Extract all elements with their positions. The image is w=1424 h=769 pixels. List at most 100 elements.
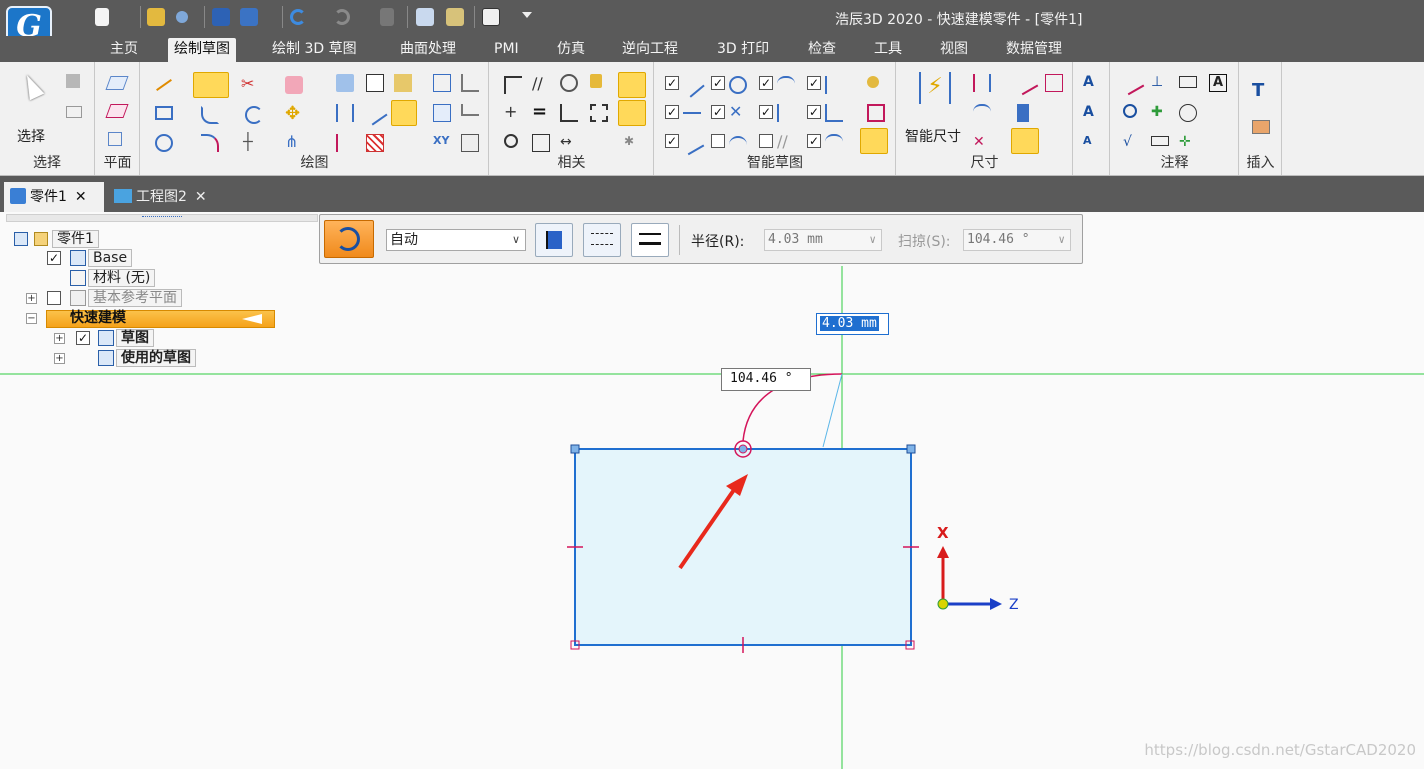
arc-icon[interactable] bbox=[193, 72, 229, 98]
datum-icon[interactable]: ⊥ bbox=[1151, 74, 1169, 92]
extend-icon[interactable]: ┼ bbox=[243, 134, 261, 152]
filter-icon[interactable] bbox=[66, 74, 80, 88]
tab-reverse-eng[interactable]: 逆向工程 bbox=[616, 38, 684, 62]
dim-symmetric-icon[interactable] bbox=[973, 104, 991, 122]
search-icon[interactable] bbox=[176, 11, 188, 23]
tab-3d-sketch[interactable]: 绘制 3D 草图 bbox=[266, 38, 363, 62]
point-icon[interactable] bbox=[433, 74, 451, 92]
smart-option-checkbox[interactable]: ✓ bbox=[711, 76, 725, 90]
snap-center-icon[interactable] bbox=[729, 76, 747, 94]
tab-simulation[interactable]: 仿真 bbox=[551, 38, 591, 62]
snap-endpoint-icon[interactable] bbox=[683, 112, 701, 116]
smart-option-checkbox[interactable]: ✓ bbox=[665, 134, 679, 148]
block-label-icon[interactable] bbox=[1151, 136, 1169, 146]
relation-assist-icon[interactable]: ✱ bbox=[624, 134, 642, 152]
dim-coordinate-icon[interactable] bbox=[1045, 74, 1063, 92]
snap-parallel-icon[interactable]: ∕∕ bbox=[777, 134, 795, 152]
curve-icon[interactable] bbox=[201, 134, 219, 152]
distribute-icon[interactable] bbox=[336, 104, 354, 122]
model-view-icon[interactable] bbox=[416, 8, 434, 26]
line-icon[interactable] bbox=[156, 79, 172, 91]
save-icon[interactable] bbox=[212, 8, 230, 26]
equal-icon[interactable]: = bbox=[532, 103, 550, 122]
doc-tab-drawing2[interactable]: 工程图2 ✕ bbox=[108, 182, 220, 212]
snap-quadrant-icon[interactable] bbox=[825, 134, 843, 152]
tab-draw-sketch[interactable]: 绘制草图 bbox=[168, 38, 236, 62]
plane-icon[interactable] bbox=[105, 76, 129, 90]
dim-chamfer-icon[interactable] bbox=[1017, 104, 1029, 122]
split-icon[interactable] bbox=[362, 100, 388, 126]
maintain-relation-icon[interactable] bbox=[618, 100, 646, 126]
tab-tools[interactable]: 工具 bbox=[868, 38, 908, 62]
smart-option-checkbox[interactable] bbox=[711, 134, 725, 148]
open-folder-icon[interactable] bbox=[147, 8, 165, 26]
model-tool-icon[interactable] bbox=[446, 8, 464, 26]
trim-icon[interactable]: ✂ bbox=[241, 76, 259, 94]
project-icon[interactable] bbox=[336, 74, 354, 92]
dim-style-icon[interactable] bbox=[1011, 128, 1039, 154]
weld-icon[interactable] bbox=[1179, 104, 1197, 122]
dim-between-icon[interactable] bbox=[973, 74, 991, 92]
smart-option-checkbox[interactable]: ✓ bbox=[807, 105, 821, 119]
smart-option-checkbox[interactable]: ✓ bbox=[711, 105, 725, 119]
smart-option-checkbox[interactable]: ✓ bbox=[665, 76, 679, 90]
new-file-icon[interactable] bbox=[95, 8, 109, 26]
text-grow-icon[interactable]: A bbox=[1083, 104, 1101, 122]
parallel-icon[interactable]: ∕∕ bbox=[532, 76, 550, 94]
smart-option-checkbox[interactable]: ✓ bbox=[665, 105, 679, 119]
snap-vertical-icon[interactable] bbox=[825, 76, 829, 94]
xy-icon[interactable]: XY bbox=[433, 134, 451, 152]
tangent-icon[interactable] bbox=[504, 134, 518, 148]
redo-icon[interactable] bbox=[334, 9, 350, 25]
doc-tab-part1[interactable]: 零件1 ✕ bbox=[4, 182, 104, 212]
relate-handle-icon[interactable] bbox=[618, 72, 646, 98]
fillet-icon[interactable] bbox=[201, 106, 219, 124]
angle-dimension[interactable]: 104.46 ° bbox=[721, 368, 811, 391]
tab-inspect[interactable]: 检查 bbox=[802, 38, 842, 62]
close-icon[interactable]: ✕ bbox=[75, 189, 87, 205]
circle-icon[interactable] bbox=[155, 134, 173, 152]
select-box-icon[interactable] bbox=[66, 106, 82, 118]
tab-pmi[interactable]: PMI bbox=[488, 38, 525, 62]
center-mark-icon[interactable]: ✛ bbox=[1179, 134, 1197, 152]
spline-icon[interactable] bbox=[336, 134, 354, 152]
dim-angle-icon[interactable] bbox=[1013, 70, 1039, 96]
text-size-icon[interactable]: A bbox=[1083, 74, 1101, 92]
collinear-icon[interactable]: ↔ bbox=[560, 134, 578, 152]
edge-condition-icon[interactable]: √ bbox=[1123, 134, 1141, 152]
plane-offset-icon[interactable] bbox=[105, 104, 129, 118]
rigid-set-icon[interactable] bbox=[590, 104, 608, 122]
tab-data-mgmt[interactable]: 数据管理 bbox=[1000, 38, 1068, 62]
smart-dimension-icon[interactable]: ⚡ bbox=[919, 72, 951, 104]
snap-tangent-icon[interactable] bbox=[777, 104, 795, 122]
concentric-icon[interactable] bbox=[560, 74, 578, 92]
graphics-window[interactable]: 零件1 ✓ Base 材料 (无) + 基本参考平面 − 快速建模 + ✓ 草图… bbox=[0, 212, 1424, 769]
tool-icon[interactable] bbox=[380, 8, 394, 26]
intersect-icon[interactable] bbox=[394, 74, 412, 92]
rectangle-icon[interactable] bbox=[155, 106, 173, 120]
insert-text-icon[interactable]: T bbox=[1252, 80, 1270, 101]
snap-intersect-icon[interactable]: ✕ bbox=[729, 104, 747, 122]
smart-option-checkbox[interactable]: ✓ bbox=[759, 105, 773, 119]
corner-icon[interactable] bbox=[461, 104, 479, 116]
mirror-icon[interactable] bbox=[285, 76, 303, 94]
select-arrow-icon[interactable] bbox=[19, 71, 45, 101]
smart-option-checkbox[interactable]: ✓ bbox=[807, 76, 821, 90]
smart-dimension-label[interactable]: 智能尺寸 bbox=[905, 126, 961, 146]
snap-line-icon[interactable] bbox=[679, 72, 705, 98]
undo-icon[interactable] bbox=[290, 9, 306, 25]
shape-icon[interactable] bbox=[461, 74, 479, 92]
tab-surface[interactable]: 曲面处理 bbox=[394, 38, 462, 62]
snap-curve-icon[interactable] bbox=[777, 76, 795, 94]
smart-option-checkbox[interactable]: ✓ bbox=[759, 76, 773, 90]
tab-view[interactable]: 视图 bbox=[934, 38, 974, 62]
zone-icon[interactable] bbox=[867, 104, 885, 122]
offset-icon[interactable] bbox=[245, 106, 263, 124]
window-list-icon[interactable] bbox=[482, 8, 500, 26]
connect-icon[interactable]: + bbox=[504, 104, 522, 122]
feature-frame-icon[interactable] bbox=[1179, 76, 1197, 88]
smart-option-checkbox[interactable] bbox=[759, 134, 773, 148]
text-box-icon[interactable]: A bbox=[1209, 74, 1227, 92]
radius-dimension[interactable]: 4.03 mm bbox=[816, 313, 889, 335]
perpendicular-icon[interactable] bbox=[504, 76, 522, 94]
